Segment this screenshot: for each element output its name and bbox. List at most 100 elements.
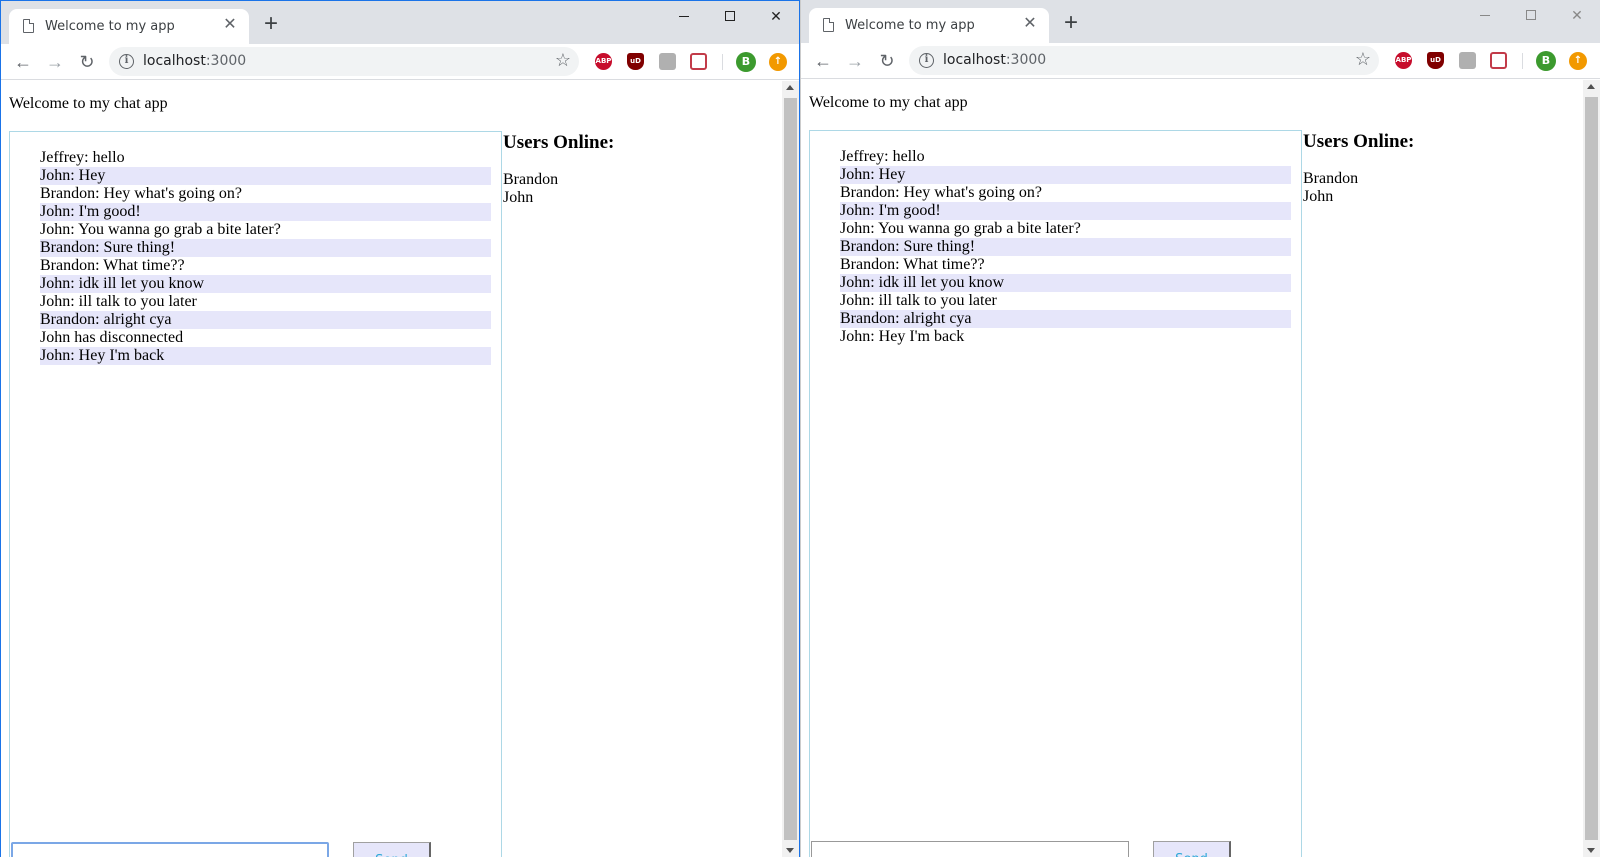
message-item: Brandon: Hey what's going on? xyxy=(840,184,1042,201)
url-text: localhost:3000 xyxy=(943,52,1046,68)
message-input[interactable] xyxy=(811,841,1129,857)
title-bar: Welcome to my app ✕ + ✕ xyxy=(1,1,799,44)
message-item: Brandon: alright cya xyxy=(840,310,1291,328)
page-viewport: Welcome to my chat app Jeffrey: hello Joh… xyxy=(801,80,1583,857)
browser-toolbar: ← → ↻ i localhost:3000 ☆ ABP uD B ↑ xyxy=(801,43,1600,79)
ublock-origin-icon[interactable]: uD xyxy=(627,53,644,70)
toolbar-divider xyxy=(1522,53,1523,69)
message-item: John has disconnected xyxy=(40,329,184,346)
new-tab-button[interactable]: + xyxy=(259,12,283,37)
url-host: localhost xyxy=(143,53,206,69)
users-online-heading: Users Online: xyxy=(503,132,615,153)
scroll-up-icon[interactable] xyxy=(786,85,794,90)
info-icon[interactable]: i xyxy=(119,54,134,69)
message-item: Jeffrey: hello xyxy=(40,149,125,166)
message-item: John: ill talk to you later xyxy=(40,293,197,310)
chat-box: Jeffrey: hello John: Hey Brandon: Hey what… xyxy=(9,131,502,857)
address-bar[interactable]: i localhost:3000 ☆ xyxy=(109,47,579,76)
page-icon xyxy=(23,19,34,33)
back-arrow-icon[interactable]: ← xyxy=(811,49,835,73)
message-item: John: You wanna go grab a bite later? xyxy=(840,220,1081,237)
message-item: John: idk ill let you know xyxy=(40,275,491,293)
pocket-icon[interactable] xyxy=(690,53,707,70)
send-button[interactable]: Send xyxy=(1153,841,1231,857)
update-icon[interactable]: ↑ xyxy=(1569,52,1587,70)
browser-window-right: Welcome to my app ✕ + ✕ ← → ↻ i localhos… xyxy=(800,0,1600,857)
chat-box: Jeffrey: hello John: Hey Brandon: Hey what… xyxy=(809,130,1302,857)
reload-icon[interactable]: ↻ xyxy=(875,49,899,73)
scroll-thumb[interactable] xyxy=(784,98,797,840)
ublock-origin-icon[interactable]: uD xyxy=(1427,52,1444,69)
scroll-down-icon[interactable] xyxy=(1587,848,1595,853)
browser-tab[interactable]: Welcome to my app ✕ xyxy=(809,8,1049,43)
url-text: localhost:3000 xyxy=(143,53,246,69)
page-viewport: Welcome to my chat app Jeffrey: hello Joh… xyxy=(1,81,782,857)
update-icon[interactable]: ↑ xyxy=(769,53,787,71)
adblock-plus-icon[interactable]: ABP xyxy=(595,53,612,70)
message-item: John: ill talk to you later xyxy=(840,292,997,309)
toolbar-divider xyxy=(722,54,723,70)
message-item: John: idk ill let you know xyxy=(840,274,1291,292)
star-icon[interactable]: ☆ xyxy=(1355,49,1371,70)
maximize-button[interactable] xyxy=(1508,0,1554,30)
scroll-up-icon[interactable] xyxy=(1587,84,1595,89)
profile-avatar-icon[interactable]: B xyxy=(736,52,756,72)
user-item: Brandon xyxy=(503,171,559,188)
scrollbar[interactable] xyxy=(1583,80,1600,857)
browser-toolbar: ← → ↻ i localhost:3000 ☆ ABP uD B ↑ xyxy=(1,44,799,80)
minimize-button[interactable] xyxy=(1462,0,1508,30)
users-online-panel: Users Online: Brandon John xyxy=(503,131,614,207)
user-item: John xyxy=(1303,188,1334,205)
message-item: Brandon: Sure thing! xyxy=(40,239,491,257)
page-icon xyxy=(823,18,834,32)
close-window-button[interactable]: ✕ xyxy=(753,1,799,31)
message-item: Brandon: alright cya xyxy=(40,311,491,329)
back-arrow-icon[interactable]: ← xyxy=(11,50,35,74)
users-online-heading: Users Online: xyxy=(1303,131,1415,152)
browser-tab[interactable]: Welcome to my app ✕ xyxy=(9,9,249,44)
message-item: John: Hey I'm back xyxy=(40,347,491,365)
star-icon[interactable]: ☆ xyxy=(555,50,571,71)
title-bar: Welcome to my app ✕ + ✕ xyxy=(801,0,1600,43)
user-item: Brandon xyxy=(1303,170,1359,187)
message-item: Brandon: What time?? xyxy=(40,257,185,274)
message-item: John: Hey xyxy=(840,166,1291,184)
message-item: Brandon: Hey what's going on? xyxy=(40,185,242,202)
page-title: Welcome to my chat app xyxy=(809,94,968,111)
forward-arrow-icon[interactable]: → xyxy=(43,50,67,74)
tab-title: Welcome to my app xyxy=(845,18,975,33)
adblock-plus-icon[interactable]: ABP xyxy=(1395,52,1412,69)
user-item: John xyxy=(503,189,534,206)
message-item: John: Hey xyxy=(40,167,491,185)
message-item: John: I'm good! xyxy=(40,203,491,221)
forward-arrow-icon[interactable]: → xyxy=(843,49,867,73)
extension-icon[interactable] xyxy=(1459,52,1476,69)
extension-icon[interactable] xyxy=(659,53,676,70)
tab-close-icon[interactable]: ✕ xyxy=(1021,15,1039,33)
new-tab-button[interactable]: + xyxy=(1059,11,1083,36)
close-window-button[interactable]: ✕ xyxy=(1554,0,1600,30)
tab-close-icon[interactable]: ✕ xyxy=(221,16,239,34)
maximize-button[interactable] xyxy=(707,1,753,31)
scroll-thumb[interactable] xyxy=(1585,97,1598,840)
message-item: Brandon: Sure thing! xyxy=(840,238,1291,256)
scroll-down-icon[interactable] xyxy=(786,848,794,853)
profile-avatar-icon[interactable]: B xyxy=(1536,51,1556,71)
page-title: Welcome to my chat app xyxy=(9,95,168,112)
tab-title: Welcome to my app xyxy=(45,19,175,34)
message-item: John: You wanna go grab a bite later? xyxy=(40,221,281,238)
browser-window-left: Welcome to my app ✕ + ✕ ← → ↻ i localhos… xyxy=(0,0,800,857)
scrollbar[interactable] xyxy=(782,81,799,857)
url-port: :3000 xyxy=(205,53,247,69)
send-button[interactable]: Send xyxy=(353,842,431,857)
reload-icon[interactable]: ↻ xyxy=(75,50,99,74)
message-item: John: I'm good! xyxy=(840,202,1291,220)
url-host: localhost xyxy=(943,52,1006,68)
address-bar[interactable]: i localhost:3000 ☆ xyxy=(909,46,1379,75)
pocket-icon[interactable] xyxy=(1490,52,1507,69)
message-list: Jeffrey: hello John: Hey Brandon: Hey what… xyxy=(840,148,1291,346)
info-icon[interactable]: i xyxy=(919,53,934,68)
message-input[interactable] xyxy=(11,842,329,857)
message-item: Jeffrey: hello xyxy=(840,148,925,165)
minimize-button[interactable] xyxy=(661,1,707,31)
